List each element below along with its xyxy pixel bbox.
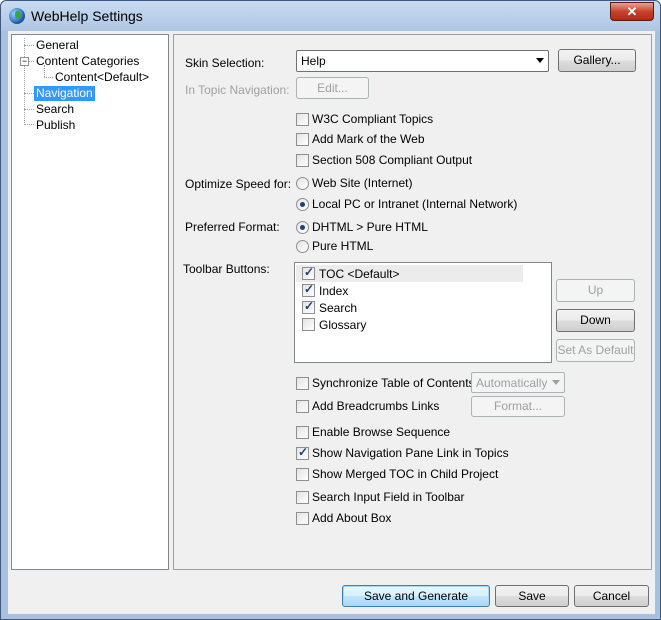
optimize-speed-label: Optimize Speed for: bbox=[185, 177, 292, 191]
browse-sequence-label: Enable Browse Sequence bbox=[312, 425, 451, 439]
webhelp-settings-window: WebHelp Settings ✕ − General Content Cat… bbox=[0, 0, 661, 620]
navigation-panel: Skin Selection: Help Gallery... In Topic… bbox=[173, 34, 652, 570]
title-bar[interactable]: WebHelp Settings ✕ bbox=[1, 1, 660, 31]
optimize-internet-label: Web Site (Internet) bbox=[312, 176, 413, 190]
breadcrumbs-checkbox[interactable] bbox=[296, 400, 309, 413]
tree-connector bbox=[24, 124, 34, 125]
tree-connector bbox=[24, 45, 34, 46]
tree-connector bbox=[24, 93, 34, 94]
collapse-icon[interactable]: − bbox=[20, 57, 29, 66]
format-dhtml-radio[interactable] bbox=[296, 221, 309, 234]
list-item[interactable]: Search bbox=[296, 299, 523, 316]
globe-icon bbox=[9, 8, 25, 24]
sync-toc-checkbox[interactable] bbox=[296, 377, 309, 390]
w3c-compliant-checkbox[interactable] bbox=[296, 113, 309, 126]
mark-of-web-checkbox[interactable] bbox=[296, 133, 309, 146]
down-button[interactable]: Down bbox=[556, 309, 635, 332]
tree-item-general[interactable]: General bbox=[36, 38, 79, 53]
tree-connector bbox=[24, 38, 25, 123]
section-508-checkbox[interactable] bbox=[296, 154, 309, 167]
set-as-default-button[interactable]: Set As Default bbox=[556, 339, 635, 362]
skin-selection-value: Help bbox=[301, 54, 326, 68]
close-button[interactable]: ✕ bbox=[610, 2, 654, 21]
up-button[interactable]: Up bbox=[556, 279, 635, 302]
glossary-label: Glossary bbox=[319, 318, 367, 332]
index-label: Index bbox=[319, 284, 349, 298]
search-label: Search bbox=[319, 301, 358, 315]
dialog-body: − General Content Categories Content<Def… bbox=[8, 31, 655, 614]
nav-pane-link-label: Show Navigation Pane Link in Topics bbox=[312, 446, 509, 460]
sync-mode-value: Automatically bbox=[476, 376, 548, 390]
list-item[interactable]: Glossary bbox=[296, 316, 523, 333]
toc-label: TOC <Default> bbox=[319, 267, 400, 281]
search-input-field-label: Search Input Field in Toolbar bbox=[312, 490, 465, 504]
skin-selection-dropdown[interactable]: Help bbox=[296, 50, 549, 72]
optimize-internet-radio[interactable] bbox=[296, 177, 309, 190]
skin-selection-label: Skin Selection: bbox=[185, 56, 265, 70]
merged-toc-checkbox[interactable] bbox=[296, 468, 309, 481]
preferred-format-label: Preferred Format: bbox=[185, 220, 280, 234]
tree-item-navigation[interactable]: Navigation bbox=[34, 86, 95, 101]
format-button[interactable]: Format... bbox=[471, 396, 565, 417]
toc-checkbox[interactable] bbox=[302, 265, 315, 280]
settings-tree: − General Content Categories Content<Def… bbox=[11, 34, 169, 570]
format-pure-html-label: Pure HTML bbox=[312, 239, 374, 253]
tree-connector bbox=[24, 109, 34, 110]
format-pure-html-radio[interactable] bbox=[296, 240, 309, 253]
search-checkbox[interactable] bbox=[302, 299, 315, 314]
sync-mode-dropdown[interactable]: Automatically bbox=[471, 372, 565, 393]
tree-connector bbox=[44, 77, 53, 78]
list-item[interactable]: Index bbox=[296, 282, 523, 299]
tree-connector bbox=[29, 61, 34, 62]
browse-sequence-checkbox[interactable] bbox=[296, 426, 309, 439]
format-dhtml-label: DHTML > Pure HTML bbox=[312, 220, 428, 234]
tree-item-search[interactable]: Search bbox=[36, 102, 74, 117]
chevron-down-icon bbox=[536, 58, 544, 63]
glossary-checkbox[interactable] bbox=[302, 318, 315, 331]
sync-toc-label: Synchronize Table of Contents bbox=[312, 376, 475, 390]
list-item[interactable]: TOC <Default> bbox=[296, 265, 523, 282]
save-and-generate-button[interactable]: Save and Generate bbox=[342, 585, 490, 607]
about-box-label: Add About Box bbox=[312, 511, 392, 525]
cancel-button[interactable]: Cancel bbox=[574, 585, 649, 607]
window-title: WebHelp Settings bbox=[31, 8, 143, 24]
optimize-intranet-radio[interactable] bbox=[296, 198, 309, 211]
tree-item-publish[interactable]: Publish bbox=[36, 118, 75, 133]
save-button[interactable]: Save bbox=[495, 585, 569, 607]
tree-item-content-default[interactable]: Content<Default> bbox=[55, 70, 149, 85]
toolbar-buttons-list[interactable]: TOC <Default> Index Search Glossary bbox=[294, 262, 552, 363]
toolbar-buttons-label: Toolbar Buttons: bbox=[183, 262, 270, 276]
edit-button[interactable]: Edit... bbox=[296, 77, 369, 99]
index-checkbox[interactable] bbox=[302, 282, 315, 297]
about-box-checkbox[interactable] bbox=[296, 512, 309, 525]
nav-pane-link-checkbox[interactable] bbox=[296, 445, 309, 460]
gallery-button[interactable]: Gallery... bbox=[558, 49, 636, 72]
section-508-label: Section 508 Compliant Output bbox=[312, 153, 473, 167]
merged-toc-label: Show Merged TOC in Child Project bbox=[312, 467, 499, 481]
in-topic-navigation-label: In Topic Navigation: bbox=[185, 83, 290, 97]
mark-of-web-label: Add Mark of the Web bbox=[312, 132, 425, 146]
search-input-field-checkbox[interactable] bbox=[296, 491, 309, 504]
w3c-compliant-label: W3C Compliant Topics bbox=[312, 112, 434, 126]
chevron-down-icon bbox=[552, 380, 560, 385]
breadcrumbs-label: Add Breadcrumbs Links bbox=[312, 399, 440, 413]
tree-item-content-categories[interactable]: Content Categories bbox=[36, 54, 139, 69]
optimize-intranet-label: Local PC or Intranet (Internal Network) bbox=[312, 197, 518, 211]
